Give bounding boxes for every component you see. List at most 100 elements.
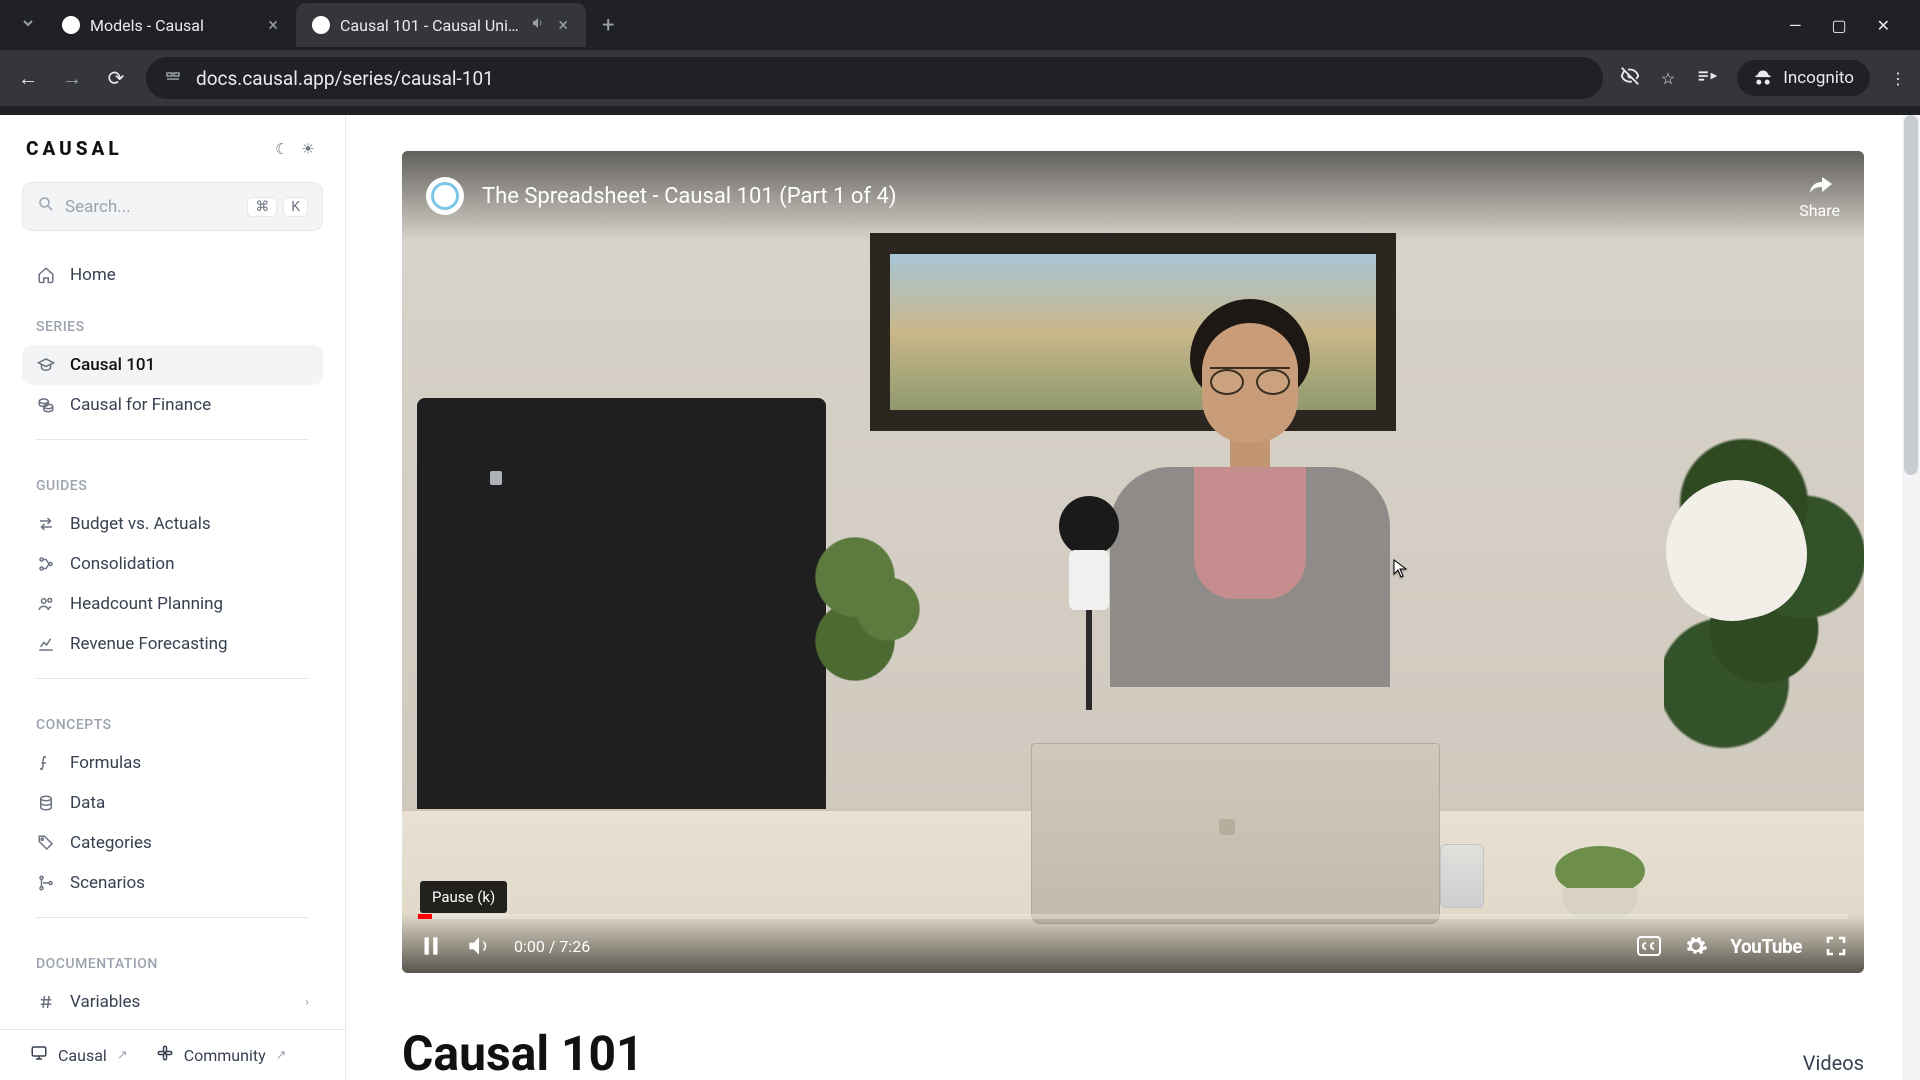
- sidebar-item-label: Home: [70, 265, 116, 285]
- sun-icon[interactable]: ☀: [297, 138, 319, 160]
- sidebar-footer: Causal ↗ Community ↗: [0, 1029, 345, 1080]
- tabs-dropdown[interactable]: [10, 15, 46, 35]
- sidebar-item-label: Headcount Planning: [70, 594, 223, 614]
- audio-icon[interactable]: [530, 15, 546, 35]
- back-button[interactable]: ←: [14, 66, 42, 91]
- moon-icon[interactable]: ☾: [271, 138, 293, 160]
- divider: [36, 439, 309, 440]
- incognito-badge[interactable]: Incognito: [1737, 60, 1870, 96]
- sidebar: CAUSAL ☾ ☀ Search... ⌘ K Home SERIES: [0, 115, 346, 1080]
- pause-tooltip: Pause (k): [420, 881, 507, 913]
- forward-button[interactable]: →: [58, 66, 86, 91]
- bookmark-icon[interactable]: ☆: [1661, 69, 1675, 88]
- page-scrollbar[interactable]: [1902, 115, 1920, 1080]
- captions-button[interactable]: [1636, 935, 1662, 957]
- video-player[interactable]: The Spreadsheet - Causal 101 (Part 1 of …: [402, 151, 1864, 973]
- sidebar-item-label: Variables: [70, 992, 140, 1012]
- merge-icon: [36, 554, 56, 574]
- sidebar-nav[interactable]: Home SERIES Causal 101 Causal for Financ…: [0, 249, 345, 1029]
- sidebar-item-revenue[interactable]: Revenue Forecasting: [22, 624, 323, 664]
- page-title: Causal 101: [402, 1025, 644, 1080]
- swap-icon: [36, 514, 56, 534]
- share-button[interactable]: Share: [1799, 173, 1840, 220]
- fullscreen-button[interactable]: [1824, 934, 1848, 958]
- tab-title: Causal 101 - Causal Univers: [340, 16, 520, 35]
- divider: [36, 917, 309, 918]
- sidebar-item-formulas[interactable]: Formulas: [22, 743, 323, 783]
- window-controls: — ▢ ✕: [1789, 16, 1910, 35]
- minimize-icon[interactable]: —: [1789, 16, 1802, 35]
- external-icon: ↗: [276, 1048, 287, 1063]
- settings-button[interactable]: [1684, 934, 1708, 958]
- share-label: Share: [1799, 201, 1840, 220]
- sidebar-item-causal-finance[interactable]: Causal for Finance: [22, 385, 323, 425]
- sidebar-item-label: Formulas: [70, 753, 141, 773]
- search-input[interactable]: Search... ⌘ K: [22, 182, 323, 231]
- sidebar-item-variables[interactable]: Variables ›: [22, 982, 323, 1022]
- address-bar: ← → ⟳ docs.causal.app/series/causal-101 …: [0, 50, 1920, 106]
- video-title[interactable]: The Spreadsheet - Causal 101 (Part 1 of …: [482, 184, 897, 209]
- page: CAUSAL ☾ ☀ Search... ⌘ K Home SERIES: [0, 115, 1920, 1080]
- new-tab-button[interactable]: +: [586, 13, 630, 38]
- nav-section-documentation: DOCUMENTATION: [22, 932, 323, 982]
- url-input[interactable]: docs.causal.app/series/causal-101: [146, 57, 1603, 99]
- sidebar-item-label: Data: [70, 793, 105, 813]
- video-controls: 0:00 / 7:26 YouTube: [402, 919, 1864, 973]
- video-frame: [402, 151, 1864, 973]
- glass-prop: [1440, 844, 1484, 908]
- favicon-icon: [312, 16, 330, 34]
- users-icon: [36, 594, 56, 614]
- chevron-right-icon[interactable]: ›: [305, 995, 309, 1010]
- footer-link-label: Causal: [58, 1046, 107, 1065]
- sidebar-item-headcount[interactable]: Headcount Planning: [22, 584, 323, 624]
- footer-link-community[interactable]: Community ↗: [156, 1044, 287, 1066]
- sidebar-item-data[interactable]: Data: [22, 783, 323, 823]
- video-header: The Spreadsheet - Causal 101 (Part 1 of …: [402, 151, 1864, 241]
- article-header: Causal 101 Videos: [402, 1025, 1864, 1080]
- volume-button[interactable]: [466, 933, 492, 959]
- kbd-cmd: ⌘: [247, 197, 277, 217]
- sidebar-item-home[interactable]: Home: [22, 255, 323, 295]
- sidebar-item-label: Causal 101: [70, 355, 155, 375]
- search-kbd: ⌘ K: [247, 197, 308, 217]
- pause-button[interactable]: [418, 933, 444, 959]
- media-control-icon[interactable]: [1695, 65, 1717, 91]
- nav-section-concepts: CONCEPTS: [22, 693, 323, 743]
- slack-icon: [156, 1044, 174, 1066]
- progress-bar[interactable]: [418, 914, 1848, 919]
- browser-tab-active[interactable]: Causal 101 - Causal Univers ×: [296, 3, 586, 47]
- close-window-icon[interactable]: ✕: [1877, 16, 1890, 35]
- sidebar-item-label: Budget vs. Actuals: [70, 514, 211, 534]
- sidebar-item-label: Causal for Finance: [70, 395, 211, 415]
- monitor-prop: [417, 398, 826, 859]
- progress-played: [418, 914, 432, 919]
- maximize-icon[interactable]: ▢: [1831, 16, 1846, 35]
- sidebar-item-causal-101[interactable]: Causal 101: [22, 345, 323, 385]
- eye-off-icon[interactable]: [1619, 65, 1641, 91]
- search-icon: [37, 195, 55, 218]
- sidebar-item-consolidation[interactable]: Consolidation: [22, 544, 323, 584]
- footer-link-causal[interactable]: Causal ↗: [30, 1044, 128, 1066]
- sidebar-item-budget[interactable]: Budget vs. Actuals: [22, 504, 323, 544]
- coins-icon: [36, 395, 56, 415]
- addr-actions: ☆ Incognito ⋮: [1619, 60, 1906, 96]
- theme-toggle[interactable]: ☾ ☀: [271, 138, 319, 160]
- monitor-icon: [30, 1044, 48, 1066]
- browser-tab[interactable]: Models - Causal ×: [46, 3, 296, 47]
- scrollbar-thumb[interactable]: [1904, 115, 1918, 475]
- channel-avatar[interactable]: [426, 177, 464, 215]
- video-controls-bar: Pause (k) 0:00 / 7:26: [402, 914, 1864, 973]
- close-icon[interactable]: ×: [556, 15, 570, 36]
- site-info-icon[interactable]: [164, 67, 182, 90]
- close-icon[interactable]: ×: [266, 15, 280, 36]
- sidebar-header: CAUSAL ☾ ☀: [0, 115, 345, 172]
- youtube-link[interactable]: YouTube: [1730, 935, 1802, 958]
- videos-heading: Videos: [1803, 1051, 1864, 1075]
- sidebar-item-label: Revenue Forecasting: [70, 634, 228, 654]
- reload-button[interactable]: ⟳: [102, 66, 130, 90]
- kebab-menu-icon[interactable]: ⋮: [1890, 69, 1906, 88]
- sidebar-item-categories[interactable]: Categories: [22, 823, 323, 863]
- brand-logo[interactable]: CAUSAL: [26, 137, 259, 160]
- function-icon: [36, 753, 56, 773]
- sidebar-item-scenarios[interactable]: Scenarios: [22, 863, 323, 903]
